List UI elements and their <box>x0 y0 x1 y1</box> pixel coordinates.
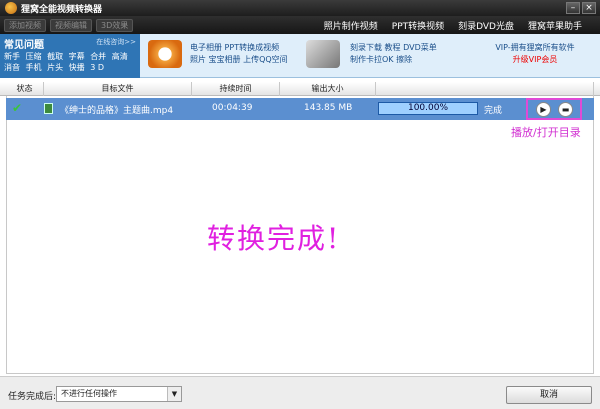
add-video-button[interactable]: 添加视频 <box>4 18 46 32</box>
column-header-duration[interactable]: 持续时间 <box>192 82 280 96</box>
ad-line: 照片 宝宝相册 上传QQ空间 <box>190 55 288 64</box>
faq-link[interactable]: 3 D <box>90 63 104 72</box>
target-file-name: 《绅士的品格》主题曲.mp4 <box>60 106 174 116</box>
faq-link[interactable]: 高清 <box>112 52 128 61</box>
duration-value: 00:04:39 <box>212 103 253 113</box>
output-size-value: 143.85 MB <box>304 103 353 113</box>
online-consult-link[interactable]: 在线咨询>> <box>96 37 136 47</box>
column-header-status[interactable]: 状态 <box>6 82 44 96</box>
faq-link[interactable]: 新手 <box>4 52 20 61</box>
annotation-label: 播放/打开目录 <box>511 126 581 139</box>
action-highlight-box: ▶ ▬ <box>526 98 582 120</box>
ad-photo-album[interactable]: 电子相册 PPT转换成视频 照片 宝宝相册 上传QQ空间 <box>190 42 288 66</box>
status-text: 完成 <box>484 106 503 116</box>
faq-links-row: 新手 压缩 截取 字幕 合并 高清 <box>4 51 136 62</box>
toolbar: 添加视频 视频编辑 3D效果 照片制作视频 PPT转换视频 刻录DVD光盘 狸窝… <box>0 16 600 34</box>
faq-link[interactable]: 片头 <box>47 63 63 72</box>
ppt-to-video-link[interactable]: PPT转换视频 <box>392 19 444 32</box>
ad-line: 制作卡拉OK 擦除 <box>350 55 413 64</box>
progress-text: 100.00% <box>407 103 449 113</box>
after-task-label: 任务完成后: <box>8 392 57 402</box>
table-header: 状态 目标文件 持续时间 输出大小 <box>0 82 600 96</box>
photo-to-video-link[interactable]: 照片制作视频 <box>324 19 378 32</box>
check-icon: ✔ <box>12 101 23 115</box>
upgrade-vip-link[interactable]: 升级VIP会员 <box>470 54 600 66</box>
ad-dvd-burn[interactable]: 刻录下载 教程 DVD菜单 制作卡拉OK 擦除 <box>350 42 437 66</box>
faq-links-row: 消音 手机 片头 快播 3 D <box>4 62 136 73</box>
apple-helper-link[interactable]: 狸窝苹果助手 <box>528 19 582 32</box>
ppt-icon <box>148 40 182 68</box>
faq-link[interactable]: 压缩 <box>26 52 42 61</box>
vip-panel: VIP-拥有狸窝所有软件 升级VIP会员 <box>470 42 600 66</box>
3d-effect-button[interactable]: 3D效果 <box>96 18 134 32</box>
vip-title: VIP-拥有狸窝所有软件 <box>495 43 575 52</box>
window-title: 狸窝全能视频转换器 <box>21 4 103 15</box>
cancel-button[interactable]: 取消 <box>506 386 592 404</box>
video-file-icon <box>44 103 53 114</box>
faq-link[interactable]: 字幕 <box>69 52 85 61</box>
ad-line: 刻录下载 教程 DVD菜单 <box>350 43 437 52</box>
chevron-down-icon[interactable]: ▼ <box>167 387 181 401</box>
edit-video-button[interactable]: 视频编辑 <box>50 18 92 32</box>
faq-link[interactable]: 合并 <box>90 52 106 61</box>
after-task-value: 不进行任何操作 <box>61 389 117 398</box>
column-header-progress <box>376 82 594 96</box>
faq-link[interactable]: 消音 <box>4 63 20 72</box>
minimize-button[interactable]: – <box>566 2 580 14</box>
title-bar: 狸窝全能视频转换器 – × <box>0 0 600 16</box>
after-task-select[interactable]: 不进行任何操作 ▼ <box>56 386 182 402</box>
faq-link[interactable]: 截取 <box>47 52 63 61</box>
dvd-icon <box>306 40 340 68</box>
burn-dvd-link[interactable]: 刻录DVD光盘 <box>458 19 514 32</box>
faq-link[interactable]: 手机 <box>26 63 42 72</box>
progress-bar: 100.00% <box>378 102 478 115</box>
table-row[interactable]: ✔ 《绅士的品格》主题曲.mp4 00:04:39 143.85 MB 100.… <box>6 98 594 120</box>
ad-banner: 常见问题 在线咨询>> 新手 压缩 截取 字幕 合并 高清 消音 手机 片头 快… <box>0 34 600 78</box>
column-header-output-size[interactable]: 输出大小 <box>280 82 376 96</box>
close-button[interactable]: × <box>582 2 596 14</box>
app-logo-icon <box>5 2 17 14</box>
conversion-complete-text: 转换完成! <box>207 222 341 255</box>
play-icon[interactable]: ▶ <box>536 102 551 117</box>
open-folder-icon[interactable]: ▬ <box>558 102 573 117</box>
bottom-bar: 任务完成后: 不进行任何操作 ▼ 取消 <box>0 376 600 409</box>
ad-line: 电子相册 PPT转换成视频 <box>190 43 280 52</box>
faq-link[interactable]: 快播 <box>69 63 85 72</box>
faq-panel: 常见问题 在线咨询>> 新手 压缩 截取 字幕 合并 高清 消音 手机 片头 快… <box>0 34 140 78</box>
column-header-target-file[interactable]: 目标文件 <box>44 82 192 96</box>
